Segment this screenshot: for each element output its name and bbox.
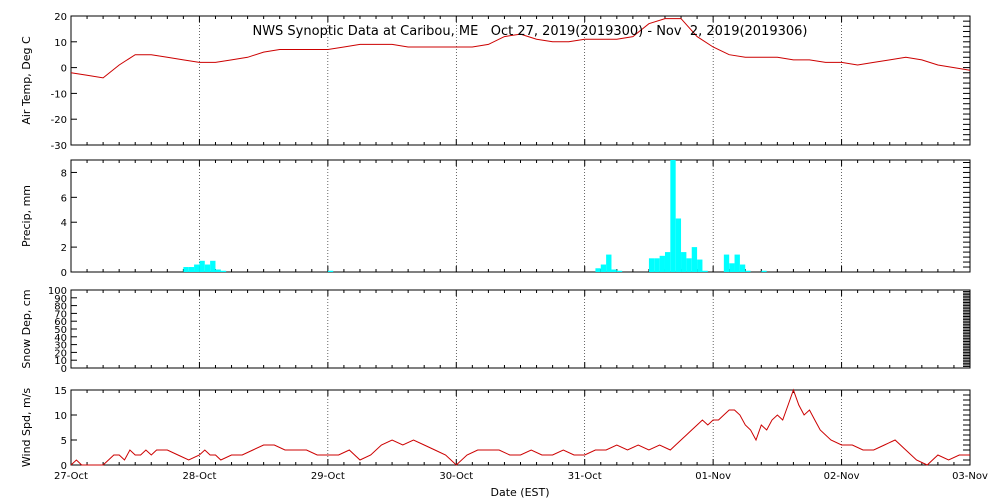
wind-speed-line xyxy=(70,388,970,466)
wind-speed-frame xyxy=(70,389,971,466)
wind-speed-y-tick-label: 15 xyxy=(54,386,67,397)
precip-bar xyxy=(675,218,682,272)
panel-wind-speed: 051015Wind Spd, m/s xyxy=(20,386,971,472)
precip-y-tick-label: 0 xyxy=(61,268,67,279)
x-axis-title: Date (EST) xyxy=(490,486,549,499)
precip-bar xyxy=(616,270,623,272)
precip-bar xyxy=(188,267,195,272)
x-tick-label: 29-Oct xyxy=(311,471,345,482)
precip-bar xyxy=(606,254,612,272)
air-temp-y-tick-label: -10 xyxy=(51,89,67,100)
wind-speed-y-tick-label: 5 xyxy=(61,436,67,447)
precip-bar xyxy=(327,270,334,272)
chart-title: NWS Synoptic Data at Caribou, ME Oct 27,… xyxy=(252,24,807,39)
precip-bar xyxy=(183,267,189,272)
precip-bar xyxy=(734,254,740,272)
air-temp-y-tick-label: -30 xyxy=(51,141,67,152)
air-temp-y-axis-title: Air Temp, Deg C xyxy=(20,36,33,125)
precip-bar xyxy=(595,268,601,272)
precip-bar xyxy=(664,252,671,272)
precip-bar xyxy=(648,258,655,272)
snow-depth-frame xyxy=(70,289,971,369)
chart: -30 -20 -10 0 10 20 Air Temp, Deg C 0 2 4 6 8 Precip… xyxy=(20,12,988,499)
precip-bar xyxy=(215,269,221,272)
x-tick-label: 28-Oct xyxy=(182,471,216,482)
x-tick-label: 02-Nov xyxy=(824,471,860,482)
precip-bar xyxy=(220,270,227,272)
precip-y-tick-label: 4 xyxy=(61,218,67,229)
precip-bar xyxy=(600,264,607,272)
precip-bar xyxy=(659,255,665,272)
snow-depth-y-axis-title: Snow Dep, cm xyxy=(20,289,33,368)
precip-bar xyxy=(204,264,211,272)
precip-bar xyxy=(697,259,703,272)
precip-bar xyxy=(691,247,698,272)
precip-bar xyxy=(686,258,692,272)
precip-bar xyxy=(702,270,708,272)
precip-frame xyxy=(70,159,971,273)
precip-bar xyxy=(739,264,746,272)
x-tick-label: 03-Nov xyxy=(952,471,988,482)
precip-bar xyxy=(210,260,216,272)
wind-speed-y-axis-title: Wind Spd, m/s xyxy=(20,388,33,468)
precip-bar xyxy=(745,270,751,272)
precip-bar xyxy=(761,270,767,272)
x-tick-label: 27-Oct xyxy=(54,471,88,482)
x-tick-label: 30-Oct xyxy=(439,471,473,482)
precip-bar xyxy=(729,263,735,272)
wind-speed-y-tick-label: 10 xyxy=(54,411,67,422)
precip-bar xyxy=(194,264,200,272)
precip-y-axis-title: Precip, mm xyxy=(20,185,33,247)
air-temp-y-tick-label: -20 xyxy=(51,115,67,126)
precip-y-tick-label: 6 xyxy=(61,193,67,204)
panel-precip: 0 2 4 6 8 Precip, mm xyxy=(20,159,971,279)
x-tick-label: 01-Nov xyxy=(695,471,731,482)
precip-bar xyxy=(681,252,687,272)
chart-panels: -30 -20 -10 0 10 20 Air Temp, Deg C 0 2 4 6 8 Precip… xyxy=(20,12,988,482)
snow-depth-y-tick-label: 100 xyxy=(48,286,67,297)
x-tick-label: 31-Oct xyxy=(568,471,602,482)
precip-bar xyxy=(723,254,730,272)
air-temp-y-tick-label: 20 xyxy=(54,12,67,23)
panel-snow-depth: 0102030405060708090100Snow Dep, cm xyxy=(20,286,971,375)
precip-y-tick-label: 2 xyxy=(61,243,67,254)
precip-bar xyxy=(199,260,205,272)
air-temp-y-tick-label: 0 xyxy=(61,64,67,75)
precip-bar xyxy=(654,258,660,272)
air-temp-y-tick-label: 10 xyxy=(54,38,67,49)
precip-bar xyxy=(611,269,617,272)
precip-y-tick-label: 8 xyxy=(61,168,67,179)
precip-bar xyxy=(670,160,676,272)
